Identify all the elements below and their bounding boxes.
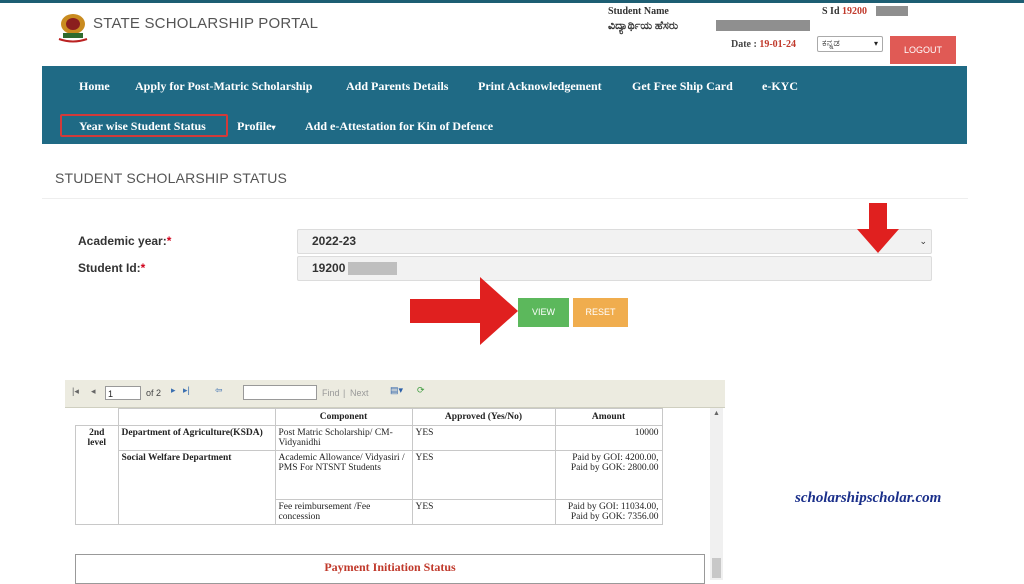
approved-cell: YES bbox=[411, 450, 556, 500]
amount-cell: Paid by GOI: 11034.00, Paid by GOK: 7356… bbox=[554, 499, 663, 525]
nav-profile[interactable]: Profile▾ bbox=[237, 119, 275, 134]
portal-title: STATE SCHOLARSHIP PORTAL bbox=[93, 15, 319, 32]
nav-add-parents-details[interactable]: Add Parents Details bbox=[346, 79, 448, 94]
blank-header bbox=[117, 408, 276, 426]
amount-cell: 10000 bbox=[554, 425, 663, 451]
nav-ekyc[interactable]: e-KYC bbox=[762, 79, 798, 94]
nav-free-ship-card[interactable]: Get Free Ship Card bbox=[632, 79, 733, 94]
language-select[interactable]: ಕನ್ನಡ ▾ bbox=[817, 36, 883, 52]
view-button[interactable]: VIEW bbox=[518, 298, 569, 327]
level-cell: 2nd level bbox=[75, 425, 119, 525]
language-selected: ಕನ್ನಡ bbox=[822, 38, 840, 49]
component-cell: Post Matric Scholarship/ CM-Vidyanidhi bbox=[274, 425, 413, 451]
top-accent-line bbox=[0, 0, 1024, 3]
export-icon[interactable]: ▤▾ bbox=[390, 385, 403, 396]
date-label: Date : bbox=[731, 39, 757, 50]
page-of-label: of 2 bbox=[146, 388, 162, 398]
student-id-redacted bbox=[348, 262, 397, 275]
dept-cell: Department of Agriculture(KSDA) bbox=[117, 425, 276, 451]
sid-value: 19200 bbox=[842, 6, 868, 17]
separator: | bbox=[343, 388, 346, 398]
find-link[interactable]: Find bbox=[322, 388, 340, 398]
student-id-label: Student Id:* bbox=[78, 261, 145, 275]
sid-block: S Id 19200 bbox=[822, 6, 867, 17]
arrow-right-icon bbox=[410, 277, 518, 345]
component-cell: Academic Allowance/ Vidyasiri / PMS For … bbox=[274, 450, 413, 500]
date-block: Date : 19-01-24 bbox=[731, 39, 796, 50]
blank-header bbox=[75, 408, 119, 426]
table-row: 2nd level Department of Agriculture(KSDA… bbox=[75, 425, 663, 525]
column-header: Amount bbox=[554, 408, 663, 426]
last-page-icon[interactable]: ▸| bbox=[183, 385, 190, 396]
status-table: Component Approved (Yes/No) Amount 2nd l… bbox=[75, 408, 663, 525]
nav-print-acknowledgement[interactable]: Print Acknowledgement bbox=[478, 79, 602, 94]
student-name-label: Student Name bbox=[608, 6, 669, 17]
approved-cell: YES bbox=[411, 425, 556, 451]
approved-cell: YES bbox=[411, 499, 556, 525]
logout-button[interactable]: LOGOUT bbox=[890, 36, 956, 64]
sid-redacted bbox=[876, 6, 908, 16]
column-header: Component bbox=[274, 408, 413, 426]
chevron-down-icon: ⌄ bbox=[919, 236, 927, 246]
student-id-label-text: Student Id: bbox=[78, 261, 141, 275]
next-page-icon[interactable]: ▸ bbox=[171, 385, 176, 396]
column-header: Approved (Yes/No) bbox=[411, 408, 556, 426]
divider bbox=[42, 198, 968, 199]
nav-apply-post-matric[interactable]: Apply for Post-Matric Scholarship bbox=[135, 79, 312, 94]
academic-year-label-text: Academic year: bbox=[78, 234, 167, 248]
nav-e-attestation[interactable]: Add e-Attestation for Kin of Defence bbox=[305, 119, 493, 134]
required-mark: * bbox=[166, 234, 172, 248]
student-name-kannada-label: ವಿದ್ಯಾರ್ಥಿಯ ಹೆಸರು bbox=[608, 20, 679, 32]
caret-down-icon: ▾ bbox=[271, 123, 276, 132]
academic-year-select[interactable]: 2022-23 ⌄ bbox=[297, 229, 932, 254]
report-toolbar: |◂ ◂ 1 of 2 ▸ ▸| ⇦ Find | Next ▤▾ ⟳ bbox=[65, 380, 725, 408]
nav-home[interactable]: Home bbox=[79, 79, 110, 94]
table-row: Social Welfare Department Academic Allow… bbox=[76, 450, 663, 525]
table-header-row: Component Approved (Yes/No) Amount bbox=[75, 408, 663, 426]
nav-year-wise-status[interactable]: Year wise Student Status bbox=[79, 119, 206, 134]
academic-year-label: Academic year:* bbox=[78, 234, 171, 248]
date-value: 19-01-24 bbox=[759, 39, 796, 50]
component-cell: Fee reimbursement /Fee concession bbox=[274, 499, 413, 525]
payment-status-title: Payment Initiation Status bbox=[324, 560, 456, 574]
find-input[interactable] bbox=[243, 385, 317, 400]
required-mark: * bbox=[140, 261, 146, 275]
prev-page-icon[interactable]: ◂ bbox=[91, 386, 96, 397]
sid-label: S Id bbox=[822, 6, 840, 17]
page-number-input[interactable]: 1 bbox=[105, 386, 141, 400]
scroll-up-icon[interactable]: ▲ bbox=[713, 410, 720, 417]
nav-profile-label: Profile bbox=[237, 119, 272, 133]
page-title: STUDENT SCHOLARSHIP STATUS bbox=[55, 170, 288, 186]
first-page-icon[interactable]: |◂ bbox=[72, 386, 79, 397]
reset-button[interactable]: RESET bbox=[573, 298, 628, 327]
next-link[interactable]: Next bbox=[350, 388, 369, 398]
watermark-text: scholarshipscholar.com bbox=[795, 490, 942, 506]
dept-cell: Social Welfare Department bbox=[117, 450, 276, 525]
back-icon[interactable]: ⇦ bbox=[215, 385, 223, 396]
report-viewer: |◂ ◂ 1 of 2 ▸ ▸| ⇦ Find | Next ▤▾ ⟳ Comp… bbox=[65, 380, 725, 584]
amount-cell: Paid by GOI: 4200.00, Paid by GOK: 2800.… bbox=[554, 450, 663, 500]
student-id-value: 19200 bbox=[312, 261, 346, 275]
student-name-redacted bbox=[716, 20, 810, 31]
scrollbar-thumb[interactable] bbox=[712, 558, 721, 578]
report-scrollbar[interactable]: ▲ bbox=[710, 408, 723, 580]
refresh-icon[interactable]: ⟳ bbox=[417, 385, 425, 396]
state-emblem-logo bbox=[58, 14, 88, 43]
arrow-down-icon bbox=[857, 203, 899, 253]
academic-year-value: 2022-23 bbox=[312, 234, 357, 248]
chevron-down-icon: ▾ bbox=[873, 39, 878, 48]
